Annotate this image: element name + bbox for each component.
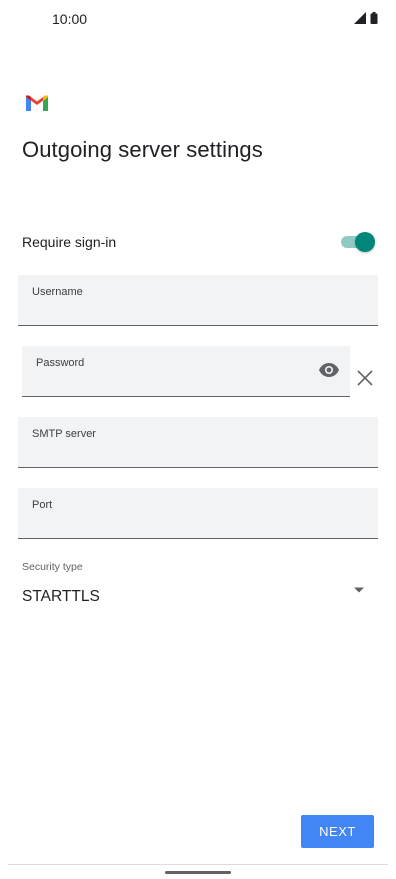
password-field[interactable]: Password — [22, 346, 350, 397]
status-time: 10:00 — [52, 11, 88, 27]
status-bar: 10:00 — [0, 0, 396, 40]
smtp-server-label: SMTP server — [32, 428, 96, 440]
next-button[interactable]: NEXT — [301, 815, 374, 848]
security-type-select[interactable]: STARTTLS — [22, 588, 100, 606]
dropdown-arrow-icon[interactable] — [353, 586, 365, 594]
port-field[interactable]: Port — [18, 488, 378, 539]
page-title: Outgoing server settings — [22, 137, 263, 162]
signal-icon — [354, 12, 366, 24]
close-icon[interactable] — [355, 368, 375, 388]
require-sign-in-row[interactable]: Require sign-in — [22, 228, 375, 256]
status-icons — [354, 12, 378, 24]
username-label: Username — [32, 286, 83, 298]
security-type-label: Security type — [22, 561, 83, 573]
eye-icon[interactable] — [319, 363, 339, 377]
username-field[interactable]: Username — [18, 275, 378, 326]
gmail-icon — [26, 95, 48, 111]
require-sign-in-toggle[interactable] — [339, 232, 375, 252]
nav-divider — [8, 864, 388, 865]
password-label: Password — [36, 357, 85, 369]
home-indicator[interactable] — [165, 871, 231, 874]
port-label: Port — [32, 499, 53, 511]
toggle-thumb — [355, 232, 375, 252]
require-sign-in-label: Require sign-in — [22, 234, 117, 250]
battery-icon — [370, 12, 378, 24]
smtp-server-field[interactable]: SMTP server — [18, 417, 378, 468]
